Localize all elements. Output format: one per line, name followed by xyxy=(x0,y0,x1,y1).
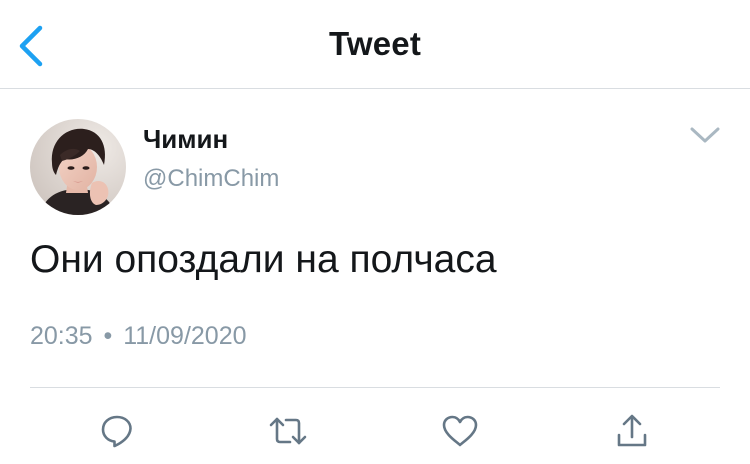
share-button[interactable] xyxy=(612,412,652,450)
author-display-name[interactable]: Чимин xyxy=(143,124,228,154)
like-button[interactable] xyxy=(440,412,480,450)
author-username[interactable]: @ChimChim xyxy=(143,164,279,194)
reply-icon xyxy=(101,415,132,448)
retweet-button[interactable] xyxy=(268,412,308,450)
page-title: Tweet xyxy=(328,25,422,62)
tweet-text: Они опоздали на полчаса xyxy=(30,238,497,281)
more-options-button[interactable] xyxy=(688,124,722,146)
tweet-time: 20:35 xyxy=(30,322,93,350)
share-icon xyxy=(617,414,647,447)
heart-icon xyxy=(442,415,478,447)
retweet-icon xyxy=(269,417,307,445)
meta-separator: • xyxy=(103,322,113,350)
top-navigation-bar: Tweet xyxy=(0,0,750,89)
tweet-timestamp: 20:35 • 11/09/2020 xyxy=(30,320,247,352)
tweet-date: 11/09/2020 xyxy=(123,322,247,350)
profile-photo xyxy=(30,119,126,215)
reply-button[interactable] xyxy=(97,412,137,450)
chevron-down-icon xyxy=(690,127,720,143)
divider xyxy=(30,387,720,388)
avatar[interactable] xyxy=(30,119,126,215)
